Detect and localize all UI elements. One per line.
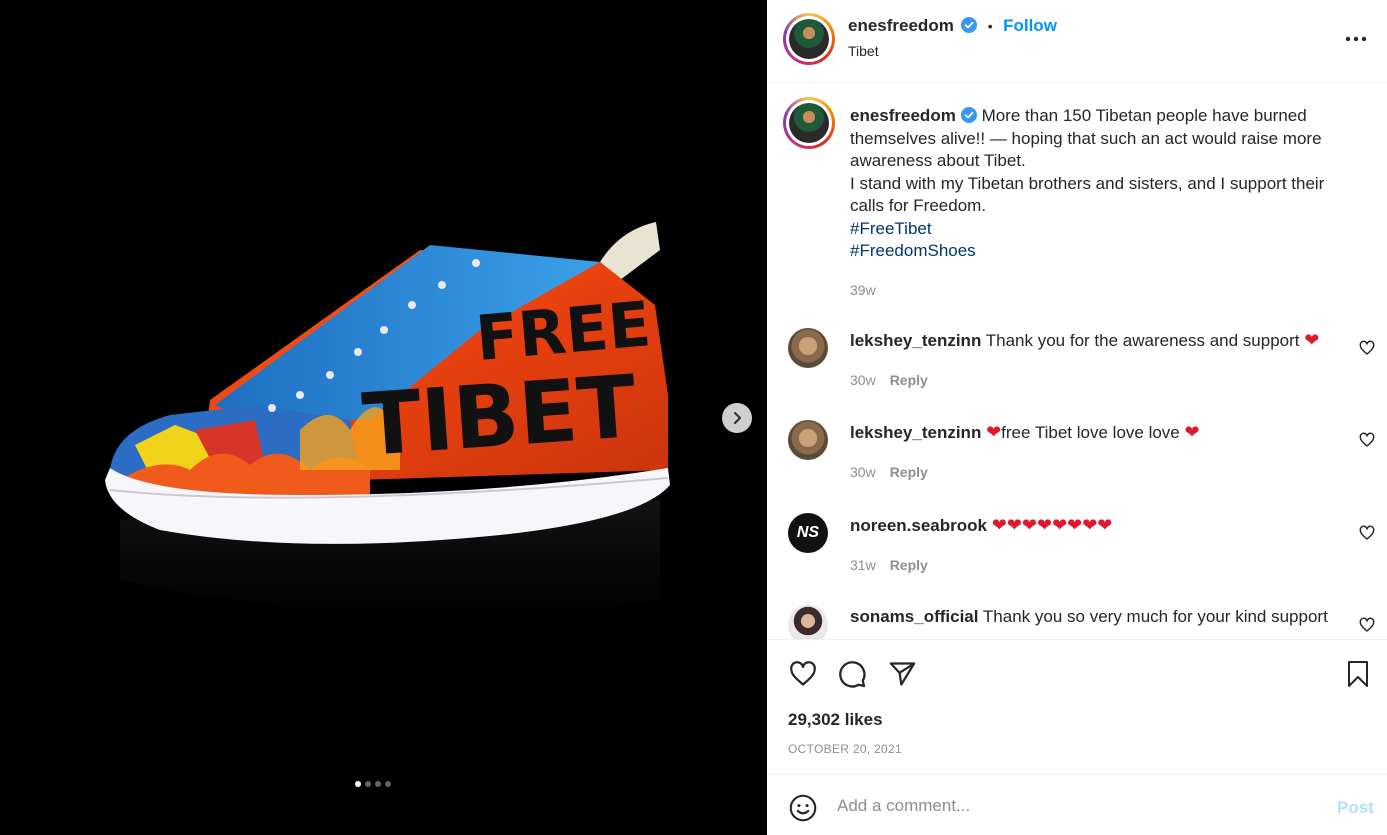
post-location[interactable]: Tibet	[848, 43, 879, 59]
reply-button[interactable]: Reply	[890, 372, 928, 388]
add-comment-bar: Post	[767, 776, 1387, 835]
post-date[interactable]: OCTOBER 20, 2021	[788, 742, 902, 756]
comments-scroll-area[interactable]: enesfreedom More than 150 Tibetan people…	[767, 83, 1387, 639]
carousel-dot	[365, 781, 371, 787]
caption-text-2: I stand with my Tibetan brothers and sis…	[850, 173, 1325, 216]
like-heart-icon[interactable]	[788, 660, 818, 688]
comment-username[interactable]: lekshey_tenzinn	[850, 423, 981, 442]
heart-emoji-row: ❤❤❤❤❤❤❤❤	[991, 515, 1113, 535]
carousel-dot	[385, 781, 391, 787]
heart-emoji: ❤	[986, 422, 1002, 442]
comment-username[interactable]: sonams_official	[850, 607, 979, 626]
verified-badge-icon	[960, 107, 977, 123]
comment-meta: 30w Reply	[850, 464, 928, 480]
caption-username[interactable]: enesfreedom	[850, 106, 956, 125]
shoe-image: FREE TIBET	[105, 222, 670, 616]
author-username[interactable]: enesfreedom	[848, 16, 954, 35]
avatar-image	[789, 19, 829, 59]
caption-time[interactable]: 39w	[850, 279, 1350, 302]
post-comment-button[interactable]: Post	[1337, 798, 1374, 818]
comment-like-heart-icon[interactable]	[1359, 617, 1375, 633]
comment-text: sonams_official Thank you so very much f…	[850, 607, 1328, 626]
more-options-icon[interactable]	[1345, 36, 1367, 42]
verified-badge-icon	[961, 17, 978, 33]
comment-text: lekshey_tenzinn ❤free Tibet love love lo…	[850, 422, 1200, 442]
chevron-right-icon	[733, 411, 742, 425]
heart-emoji: ❤	[1184, 422, 1200, 442]
save-bookmark-icon[interactable]	[1346, 660, 1370, 688]
header-separator: •	[987, 18, 993, 34]
hashtag-link[interactable]: #FreeTibet	[850, 218, 1350, 241]
commenter-avatar[interactable]: NS	[788, 513, 828, 553]
post-dialog: FREE TIBET enesfreedom • Follow Tibet en…	[0, 0, 1387, 835]
comment-time[interactable]: 30w	[850, 372, 876, 388]
header-title-row: enesfreedom • Follow	[848, 16, 1057, 36]
share-paper-plane-icon[interactable]	[888, 660, 917, 688]
reply-button[interactable]: Reply	[890, 464, 928, 480]
avatar-initials: NS	[796, 524, 820, 541]
caption-author-avatar[interactable]	[783, 97, 835, 149]
commenter-avatar[interactable]	[788, 328, 828, 368]
post-side-panel: enesfreedom • Follow Tibet enesfreedom M…	[767, 0, 1387, 835]
author-avatar[interactable]	[783, 13, 835, 65]
comment-time[interactable]: 30w	[850, 464, 876, 480]
comment-meta: 30w Reply	[850, 372, 928, 388]
comment-icon[interactable]	[838, 660, 867, 689]
carousel-dot	[375, 781, 381, 787]
comment-input[interactable]	[837, 794, 1317, 818]
avatar-image	[789, 103, 829, 143]
post-header: enesfreedom • Follow Tibet	[767, 0, 1387, 83]
comment-text: lekshey_tenzinn Thank you for the awaren…	[850, 330, 1320, 350]
post-media[interactable]: FREE TIBET	[0, 0, 767, 835]
comment-username[interactable]: noreen.seabrook	[850, 516, 987, 535]
commenter-avatar[interactable]	[788, 420, 828, 460]
follow-button[interactable]: Follow	[1003, 16, 1057, 35]
hashtag-link[interactable]: #FreedomShoes	[850, 240, 1350, 263]
comment-like-heart-icon[interactable]	[1359, 525, 1375, 541]
commenter-avatar[interactable]	[788, 605, 828, 639]
post-actions: 29,302 likes OCTOBER 20, 2021	[767, 639, 1387, 775]
reply-button[interactable]: Reply	[890, 557, 928, 573]
comment-username[interactable]: lekshey_tenzinn	[850, 331, 981, 350]
heart-emoji: ❤	[1304, 330, 1320, 350]
shoe-text-tibet: TIBET	[359, 357, 639, 476]
comment-meta: 31w Reply	[850, 557, 928, 573]
emoji-icon[interactable]	[789, 794, 817, 822]
likes-count[interactable]: 29,302 likes	[788, 710, 883, 730]
carousel-indicator	[355, 781, 391, 787]
next-slide-button[interactable]	[722, 403, 752, 433]
comment-time[interactable]: 31w	[850, 557, 876, 573]
carousel-dot	[355, 781, 361, 787]
comment-like-heart-icon[interactable]	[1359, 340, 1375, 356]
post-caption: enesfreedom More than 150 Tibetan people…	[850, 105, 1350, 301]
comment-like-heart-icon[interactable]	[1359, 432, 1375, 448]
comment-text: noreen.seabrook ❤❤❤❤❤❤❤❤	[850, 514, 1350, 537]
